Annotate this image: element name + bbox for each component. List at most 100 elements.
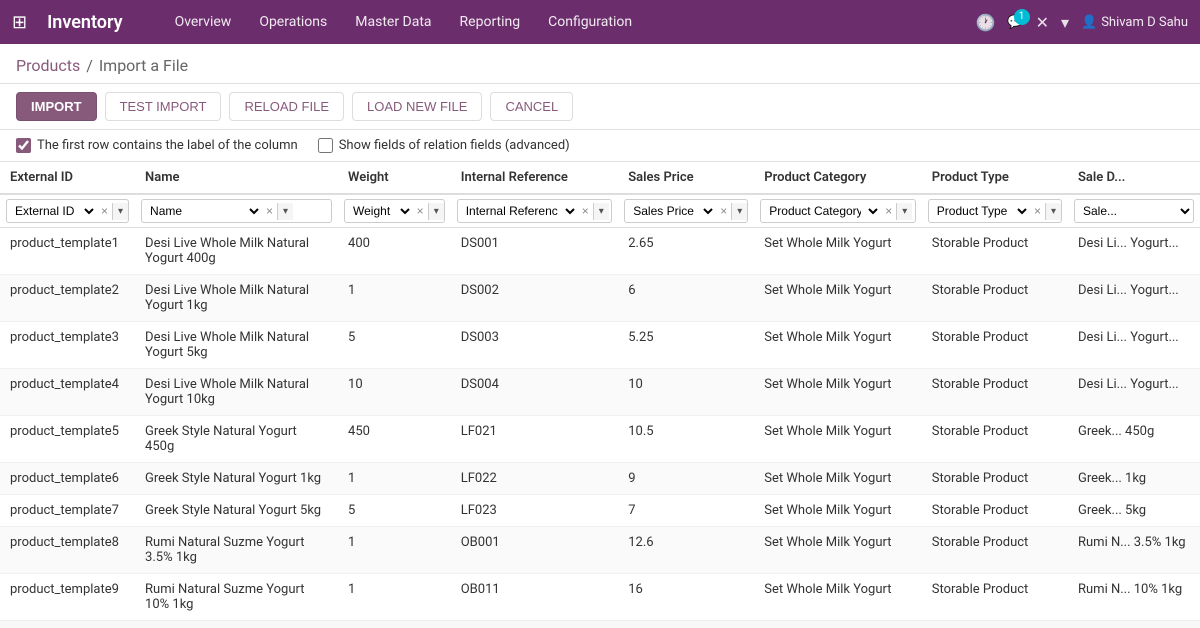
cell-product-type: Storable Product (922, 275, 1068, 322)
cell-product-category: Set Whole Milk Yogurt (754, 463, 922, 495)
reload-file-button[interactable]: RELOAD FILE (229, 92, 344, 121)
close-icon[interactable]: ✕ (1036, 13, 1049, 32)
table-row: product_template6 Greek Style Natural Yo… (0, 463, 1200, 495)
filter-product-type-dropdown[interactable]: ▾ (1045, 203, 1061, 220)
filter-product-cat-select[interactable]: Product Category (761, 200, 881, 222)
filter-product-cat-clear[interactable]: × (881, 202, 896, 220)
first-row-checkbox[interactable] (16, 138, 31, 153)
menu-configuration[interactable]: Configuration (536, 8, 644, 36)
filter-product-type[interactable]: Product Type × ▾ (922, 194, 1068, 228)
table-row: product_template5 Greek Style Natural Yo… (0, 416, 1200, 463)
cell-product-category: Set Whole Milk Yogurt (754, 275, 922, 322)
filter-sales-price-clear[interactable]: × (716, 202, 731, 220)
filter-sale-description[interactable]: Sale... (1068, 194, 1200, 228)
load-new-file-button[interactable]: LOAD NEW FILE (352, 92, 482, 121)
header-internal-reference: Internal Reference (451, 162, 619, 194)
table-body: product_template1 Desi Live Whole Milk N… (0, 228, 1200, 621)
cell-external-id: product_template3 (0, 322, 135, 369)
cell-weight: 450 (338, 416, 451, 463)
filter-name-dropdown[interactable]: ▾ (277, 203, 293, 220)
cell-sales-price: 5.25 (618, 322, 754, 369)
cell-product-category: Set Whole Milk Yogurt (754, 228, 922, 275)
filter-sale-desc-select[interactable]: Sale... (1075, 200, 1193, 222)
cell-product-type: Storable Product (922, 463, 1068, 495)
table-row: product_template9 Rumi Natural Suzme Yog… (0, 574, 1200, 621)
cell-sale-desc: Greek... 1kg (1068, 463, 1200, 495)
breadcrumb-parent-link[interactable]: Products (16, 56, 80, 75)
cell-sale-desc: Desi Li... Yogurt... (1068, 275, 1200, 322)
user-menu[interactable]: 👤 Shivam D Sahu (1081, 15, 1188, 30)
show-fields-checkbox[interactable] (318, 138, 333, 153)
app-title: Inventory (47, 12, 122, 33)
cell-weight: 5 (338, 322, 451, 369)
cell-weight: 1 (338, 527, 451, 574)
first-row-label: The first row contains the label of the … (37, 138, 298, 153)
import-button[interactable]: IMPORT (16, 92, 97, 121)
filter-external-id-select[interactable]: External ID (7, 200, 97, 222)
filter-weight-clear[interactable]: × (413, 202, 428, 220)
options-row: The first row contains the label of the … (0, 130, 1200, 162)
dropdown-icon[interactable]: ▾ (1061, 13, 1069, 32)
filter-name[interactable]: Name × ▾ (135, 194, 338, 228)
header-sale-description: Sale D... (1068, 162, 1200, 194)
cell-product-category: Set Whole Milk Yogurt (754, 574, 922, 621)
cell-sale-desc: Rumi N... 10% 1kg (1068, 574, 1200, 621)
filter-sales-price-select[interactable]: Sales Price (625, 200, 716, 222)
first-row-option[interactable]: The first row contains the label of the … (16, 138, 298, 153)
filter-weight[interactable]: Weight × ▾ (338, 194, 451, 228)
filter-product-category[interactable]: Product Category × ▾ (754, 194, 922, 228)
data-table-container: External ID Name Weight Internal Referen… (0, 162, 1200, 621)
menu-reporting[interactable]: Reporting (448, 8, 533, 36)
cell-product-type: Storable Product (922, 574, 1068, 621)
filter-name-clear[interactable]: × (262, 202, 277, 220)
cell-external-id: product_template4 (0, 369, 135, 416)
cell-product-category: Set Whole Milk Yogurt (754, 369, 922, 416)
filter-product-type-clear[interactable]: × (1030, 202, 1045, 220)
filter-external-id[interactable]: External ID × ▾ (0, 194, 135, 228)
cell-external-id: product_template1 (0, 228, 135, 275)
clock-icon[interactable]: 🕐 (975, 13, 995, 32)
header-product-type: Product Type (922, 162, 1068, 194)
apps-grid-icon[interactable]: ⊞ (12, 12, 27, 33)
cell-internal-ref: DS001 (451, 228, 619, 275)
filter-internal-ref-dropdown[interactable]: ▾ (593, 203, 609, 220)
cell-sales-price: 7 (618, 495, 754, 527)
cell-sales-price: 2.65 (618, 228, 754, 275)
filter-internal-ref-select[interactable]: Internal Reference (458, 200, 578, 222)
test-import-button[interactable]: TEST IMPORT (105, 92, 222, 121)
filter-name-select[interactable]: Name (142, 200, 262, 222)
cell-product-category: Set Whole Milk Yogurt (754, 495, 922, 527)
cell-weight: 1 (338, 275, 451, 322)
cell-weight: 5 (338, 495, 451, 527)
menu-master-data[interactable]: Master Data (343, 8, 443, 36)
cell-product-type: Storable Product (922, 369, 1068, 416)
cell-product-category: Set Whole Milk Yogurt (754, 527, 922, 574)
header-external-id: External ID (0, 162, 135, 194)
menu-operations[interactable]: Operations (247, 8, 339, 36)
show-fields-option[interactable]: Show fields of relation fields (advanced… (318, 138, 570, 153)
filter-internal-ref-clear[interactable]: × (578, 202, 593, 220)
cell-sales-price: 10.5 (618, 416, 754, 463)
filter-product-type-select[interactable]: Product Type (929, 200, 1030, 222)
header-sales-price: Sales Price (618, 162, 754, 194)
filter-external-id-clear[interactable]: × (97, 202, 112, 220)
messages-badge[interactable]: 💬 1 (1007, 15, 1023, 30)
filter-external-id-dropdown[interactable]: ▾ (112, 203, 128, 220)
cell-product-category: Set Whole Milk Yogurt (754, 322, 922, 369)
filter-weight-dropdown[interactable]: ▾ (428, 203, 444, 220)
filter-sales-price[interactable]: Sales Price × ▾ (618, 194, 754, 228)
cell-product-type: Storable Product (922, 416, 1068, 463)
cell-name: Desi Live Whole Milk Natural Yogurt 400g (135, 228, 338, 275)
cancel-button[interactable]: CANCEL (490, 92, 573, 121)
menu-overview[interactable]: Overview (163, 8, 244, 36)
user-name: Shivam D Sahu (1101, 15, 1188, 30)
filter-product-cat-dropdown[interactable]: ▾ (896, 203, 912, 220)
filter-internal-reference[interactable]: Internal Reference × ▾ (451, 194, 619, 228)
column-headers: External ID Name Weight Internal Referen… (0, 162, 1200, 194)
cell-sales-price: 12.6 (618, 527, 754, 574)
filter-sales-price-dropdown[interactable]: ▾ (731, 203, 747, 220)
cell-external-id: product_template5 (0, 416, 135, 463)
cell-weight: 10 (338, 369, 451, 416)
cell-name: Greek Style Natural Yogurt 5kg (135, 495, 338, 527)
filter-weight-select[interactable]: Weight (345, 200, 413, 222)
